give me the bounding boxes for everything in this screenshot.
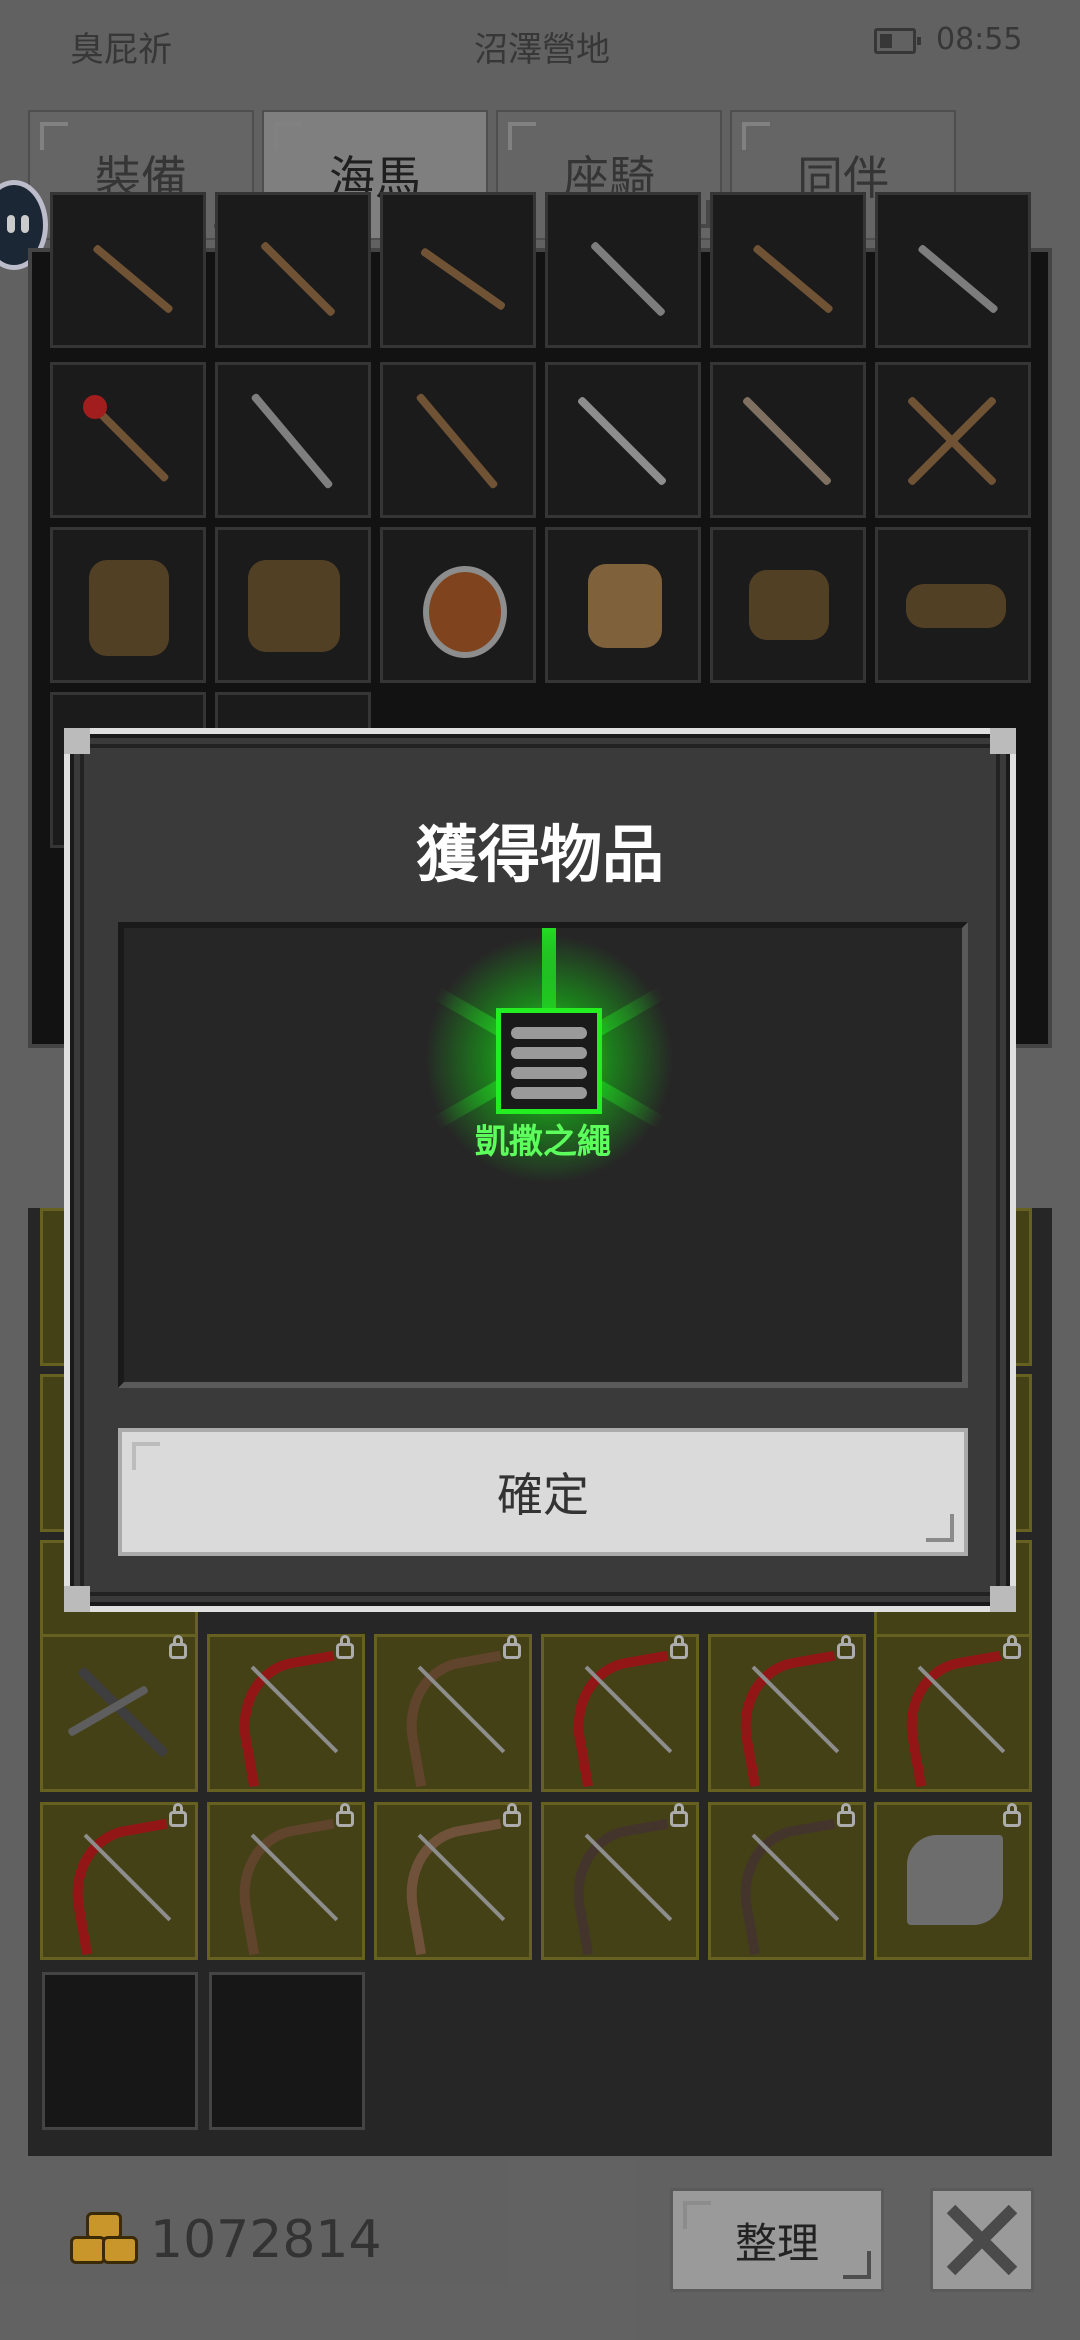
frame-corner: [64, 728, 90, 754]
confirm-button-label: 確定: [497, 1468, 589, 1522]
rope-coil-icon[interactable]: [496, 1008, 602, 1114]
close-button[interactable]: [930, 2188, 1034, 2292]
close-icon: [946, 2204, 1018, 2276]
gold-amount: 1072814: [150, 2210, 382, 2270]
frame-corner: [990, 728, 1016, 754]
dialog-title: 獲得物品: [415, 818, 664, 891]
item-acquired-dialog: 獲得物品 凱撒之繩 確定: [64, 728, 1016, 1612]
reward-area: 凱撒之繩: [118, 922, 968, 1388]
sort-button-label: 整理: [734, 2218, 819, 2268]
frame-corner: [64, 1586, 90, 1612]
gold-icon: [70, 2212, 138, 2268]
sort-button[interactable]: 整理: [670, 2188, 884, 2292]
frame-corner: [990, 1586, 1016, 1612]
confirm-button[interactable]: 確定: [118, 1428, 968, 1556]
reward-item-name: 凱撒之繩: [475, 1122, 611, 1162]
